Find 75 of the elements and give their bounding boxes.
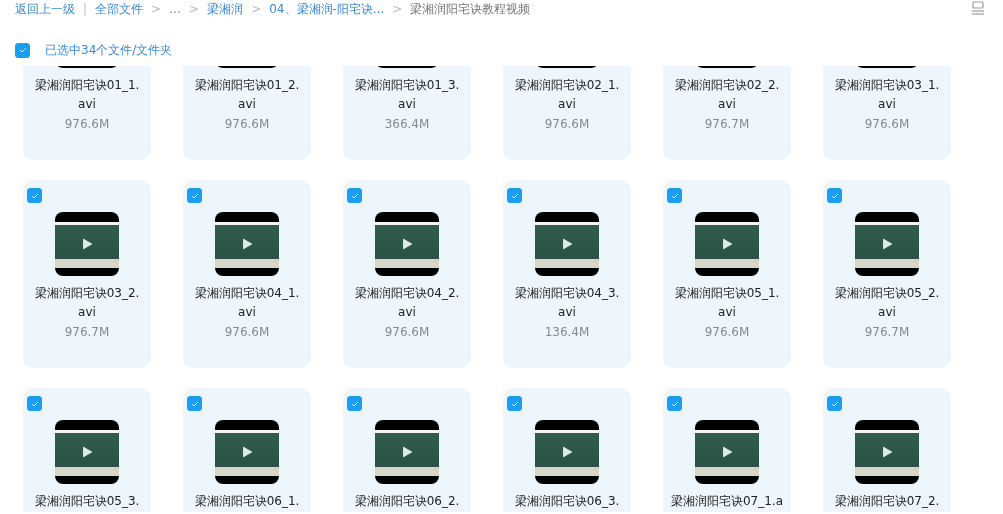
check-icon — [17, 45, 28, 55]
breadcrumb-link[interactable]: 梁湘润 — [207, 1, 244, 17]
file-name: 梁湘润阳宅诀07_2. — [834, 493, 940, 510]
list-view-icon[interactable] — [971, 1, 985, 15]
selection-count: 已选中34个文件/文件夹 — [45, 41, 173, 59]
file-name: 梁湘润阳宅诀07_1.a — [670, 493, 784, 510]
checkbox[interactable] — [827, 188, 842, 203]
file-card[interactable]: 梁湘润阳宅诀04_2. avi 976.6M — [343, 180, 471, 368]
checkbox[interactable] — [507, 396, 522, 411]
breadcrumb-link[interactable]: 04、梁湘润-阳宅诀... — [269, 1, 385, 17]
file-name: 梁湘润阳宅诀03_2. avi — [34, 285, 140, 321]
checkbox[interactable] — [27, 188, 42, 203]
file-name: 梁湘润阳宅诀05_3. — [34, 493, 140, 510]
file-card[interactable]: 梁湘润阳宅诀04_3. avi 136.4M — [503, 180, 631, 368]
checkbox[interactable] — [667, 188, 682, 203]
file-size: 136.4M — [544, 324, 590, 341]
file-card[interactable]: 梁湘润阳宅诀01_2. avi 976.6M — [183, 66, 311, 160]
checkbox[interactable] — [347, 396, 362, 411]
file-size: 976.6M — [384, 324, 430, 341]
file-card[interactable]: 梁湘润阳宅诀06_2. — [343, 388, 471, 512]
file-size: 976.7M — [64, 324, 110, 341]
file-card[interactable]: 梁湘润阳宅诀02_2. avi 976.7M — [663, 66, 791, 160]
checkbox[interactable] — [347, 188, 362, 203]
file-name: 梁湘润阳宅诀05_1. avi — [674, 285, 780, 321]
file-card[interactable]: 梁湘润阳宅诀01_3. avi 366.4M — [343, 66, 471, 160]
file-size: 976.6M — [544, 116, 590, 133]
file-name: 梁湘润阳宅诀01_1. avi — [34, 77, 140, 113]
file-card[interactable]: 梁湘润阳宅诀07_2. — [823, 388, 951, 512]
checkbox[interactable] — [187, 188, 202, 203]
chevron-text: > — [189, 1, 200, 17]
file-card[interactable]: 梁湘润阳宅诀03_1. avi 976.6M — [823, 66, 951, 160]
file-name: 梁湘润阳宅诀01_3. avi — [354, 77, 460, 113]
checkbox[interactable] — [667, 396, 682, 411]
file-card[interactable]: 梁湘润阳宅诀06_1. — [183, 388, 311, 512]
file-size: 976.7M — [864, 324, 910, 341]
file-name: 梁湘润阳宅诀05_2. avi — [834, 285, 940, 321]
chevron-text: > — [151, 1, 162, 17]
file-name: 梁湘润阳宅诀06_1. — [194, 493, 300, 510]
file-size: 976.6M — [864, 116, 910, 133]
back-link[interactable]: 返回上一级 — [15, 1, 75, 17]
file-name: 梁湘润阳宅诀04_2. avi — [354, 285, 460, 321]
file-card[interactable]: 梁湘润阳宅诀01_1. avi 976.6M — [23, 66, 151, 160]
checkbox[interactable] — [27, 396, 42, 411]
file-name: 梁湘润阳宅诀03_1. avi — [834, 77, 940, 113]
breadcrumb-text: 梁湘润阳宅诀教程视频 — [410, 1, 531, 17]
file-card[interactable]: 梁湘润阳宅诀06_3. — [503, 388, 631, 512]
checkbox[interactable] — [187, 396, 202, 411]
file-card[interactable]: 梁湘润阳宅诀05_1. avi 976.6M — [663, 180, 791, 368]
file-size: 976.6M — [704, 324, 750, 341]
chevron-text: > — [392, 1, 403, 17]
breadcrumb-link[interactable]: 全部文件 — [95, 1, 144, 17]
file-size: 976.6M — [64, 116, 110, 133]
file-name: 梁湘润阳宅诀04_1. avi — [194, 285, 300, 321]
file-name: 梁湘润阳宅诀04_3. avi — [514, 285, 620, 321]
file-size: 366.4M — [384, 116, 430, 133]
file-card[interactable]: 梁湘润阳宅诀03_2. avi 976.7M — [23, 180, 151, 368]
file-size: 976.6M — [224, 116, 270, 133]
checkbox[interactable] — [507, 188, 522, 203]
checkbox[interactable] — [827, 396, 842, 411]
breadcrumb-text: … — [169, 1, 182, 17]
file-name: 梁湘润阳宅诀02_1. avi — [514, 77, 620, 113]
checkbox[interactable] — [15, 42, 30, 58]
file-name: 梁湘润阳宅诀01_2. avi — [194, 77, 300, 113]
file-name: 梁湘润阳宅诀06_2. — [354, 493, 460, 510]
file-card[interactable]: 梁湘润阳宅诀02_1. avi 976.6M — [503, 66, 631, 160]
file-card[interactable]: 梁湘润阳宅诀04_1. avi 976.6M — [183, 180, 311, 368]
file-card[interactable]: 梁湘润阳宅诀07_1.a — [663, 388, 791, 512]
chevron-text: > — [251, 1, 262, 17]
file-size: 976.7M — [704, 116, 750, 133]
file-card[interactable]: 梁湘润阳宅诀05_2. avi 976.7M — [823, 180, 951, 368]
file-name: 梁湘润阳宅诀06_3. — [514, 493, 620, 510]
file-card[interactable]: 梁湘润阳宅诀05_3. — [23, 388, 151, 512]
divider-text: | — [83, 1, 88, 17]
file-name: 梁湘润阳宅诀02_2. avi — [674, 77, 780, 113]
file-size: 976.6M — [224, 324, 270, 341]
